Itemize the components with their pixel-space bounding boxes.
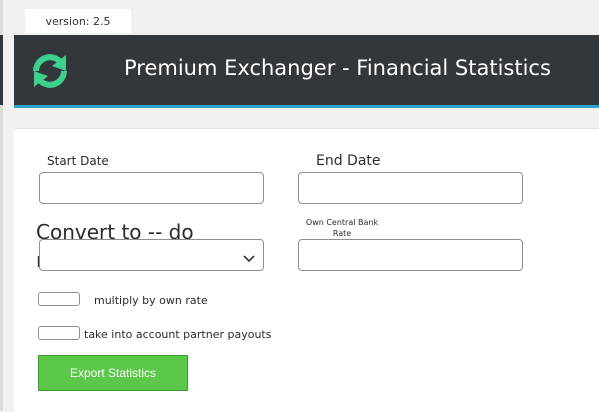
end-date-input[interactable] [298,172,523,204]
export-statistics-button[interactable]: Export Statistics [38,355,188,391]
left-edge-strip [0,0,3,411]
convert-currency-select[interactable] [39,239,264,271]
chevron-down-icon [243,249,255,263]
page-title: Premium Exchanger - Financial Statistics [124,56,551,80]
start-date-input[interactable] [39,172,264,204]
partner-payouts-label: take into account partner payouts [84,328,272,341]
statistics-form: Start Date End Date Convert to -- do not… [14,128,599,412]
page-header: Premium Exchanger - Financial Statistics [14,35,599,108]
partner-payouts-checkbox[interactable] [38,326,80,340]
version-label: version: 2.5 [25,9,131,33]
multiply-own-rate-label: multiply by own rate [94,294,208,307]
refresh-arrows-icon [28,51,72,91]
multiply-own-rate-checkbox[interactable] [38,292,80,306]
left-edge-dark [0,35,3,105]
start-date-label: Start Date [47,154,109,168]
own-rate-input[interactable] [298,239,523,271]
own-rate-label: Own Central Bank Rate [305,218,379,238]
end-date-label: End Date [316,153,381,169]
